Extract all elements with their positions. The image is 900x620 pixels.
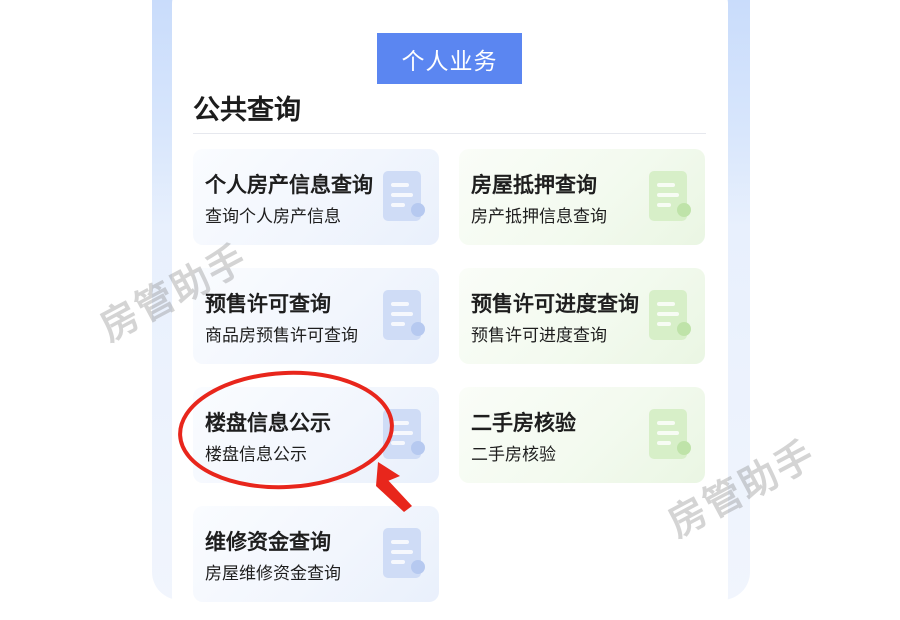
highlight-ellipse <box>178 370 394 490</box>
highlight-arrow-icon <box>376 462 412 512</box>
highlight-annotation <box>178 370 412 512</box>
